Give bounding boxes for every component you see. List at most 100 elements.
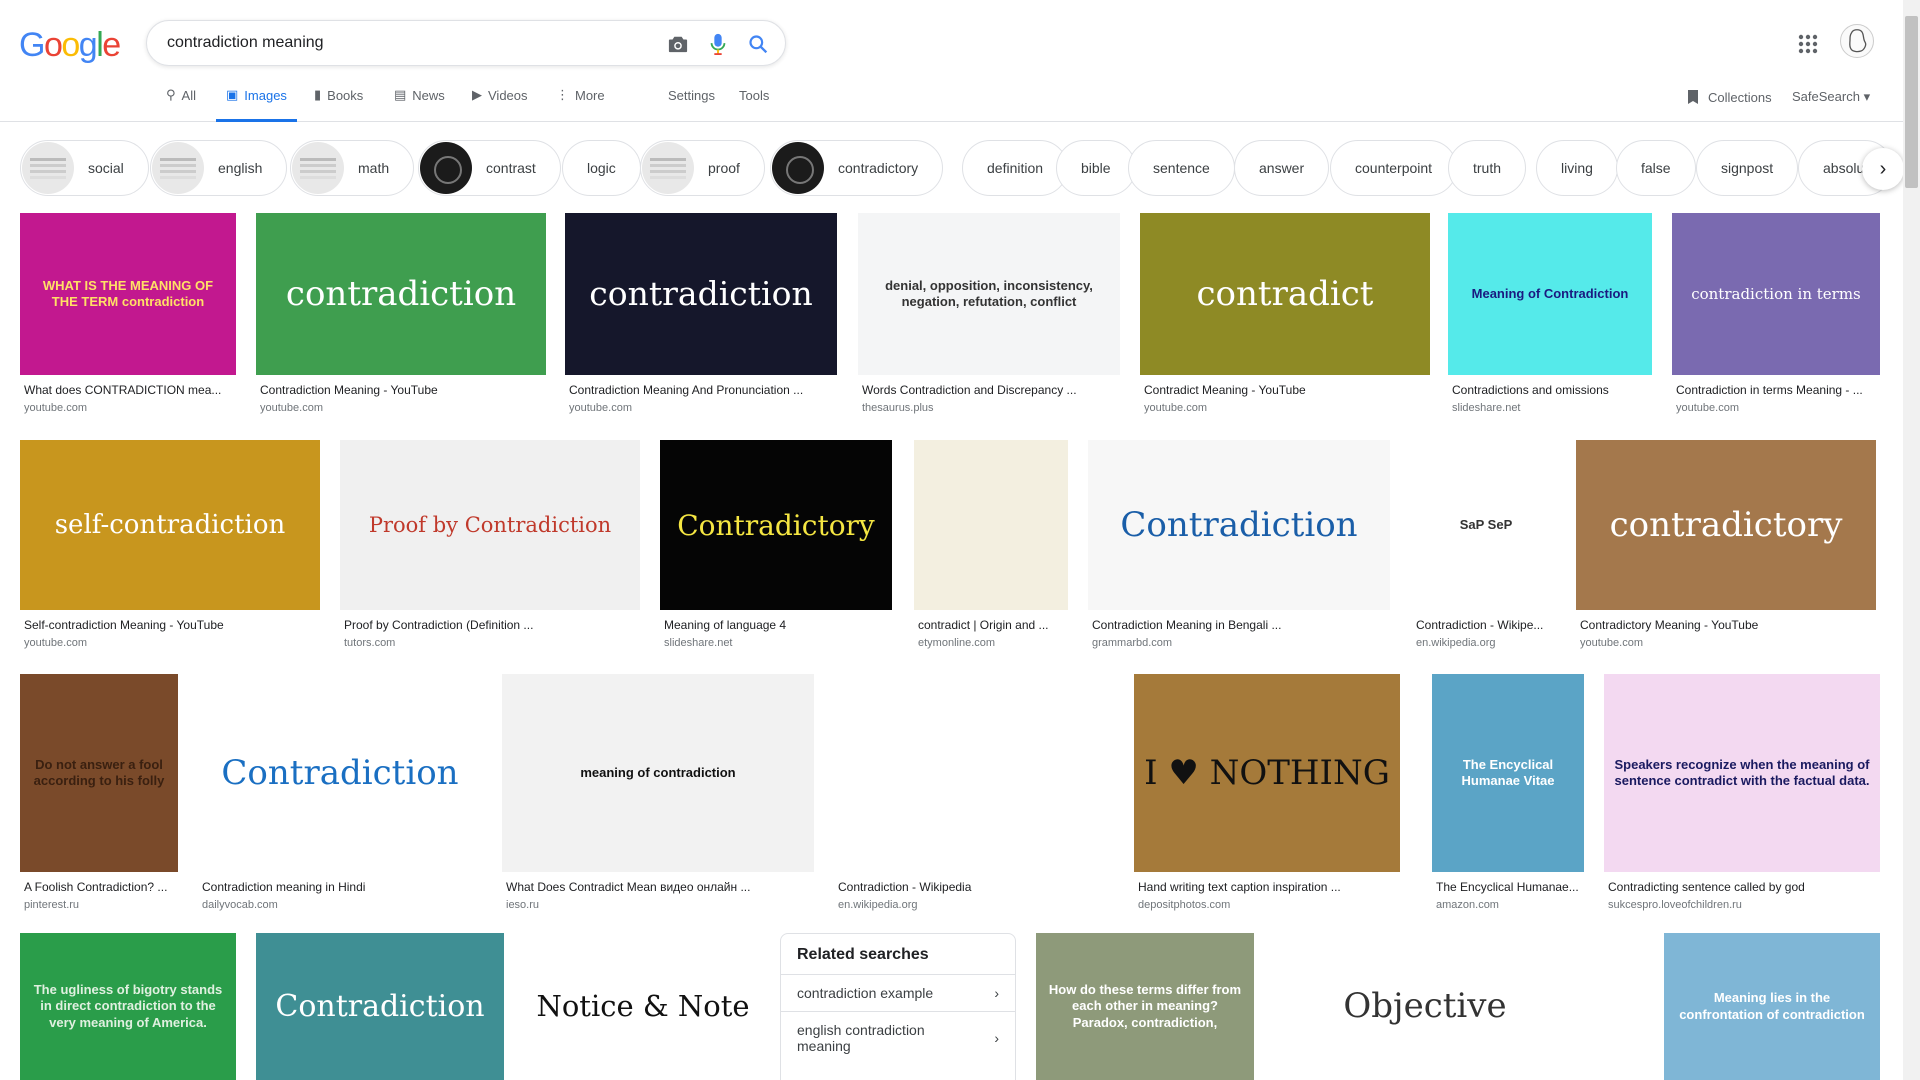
result-title[interactable]: Contradiction in terms Meaning - ... <box>1676 383 1876 397</box>
image-result[interactable]: I ♥ NOTHING Hand writing text caption ins… <box>1134 674 1400 916</box>
result-source: youtube.com <box>1580 637 1643 649</box>
thumbnail-text: SaP SeP <box>1459 516 1513 532</box>
chip-13[interactable]: living <box>1536 140 1618 196</box>
search-icon[interactable] <box>746 32 770 56</box>
image-result[interactable]: self-contradiction Self-contradiction Mea… <box>20 440 320 654</box>
result-title[interactable]: Contradicting sentence called by god <box>1608 880 1876 894</box>
result-title[interactable]: Meaning of language 4 <box>664 618 888 632</box>
apps-grid-icon[interactable] <box>1796 32 1820 56</box>
chip-7[interactable]: definition <box>962 140 1069 196</box>
safesearch-label: SafeSearch <box>1792 89 1860 104</box>
thumbnail-text: contradiction <box>589 274 813 314</box>
image-result[interactable]: contradict Contradict Meaning - YouTube yo… <box>1140 213 1430 419</box>
image-result[interactable]: How do these terms differ from each othe… <box>1036 933 1254 1080</box>
result-thumbnail: Contradiction <box>1088 440 1390 610</box>
image-result[interactable]: Contradiction <box>256 933 504 1080</box>
image-result[interactable]: contradictory Contradictory Meaning - You… <box>1576 440 1876 654</box>
image-result[interactable]: Speakers recognize when the meaning of s… <box>1604 674 1880 916</box>
tab-books[interactable]: ▮ Books <box>314 88 363 122</box>
result-source: thesaurus.plus <box>862 402 934 414</box>
account-avatar[interactable] <box>1840 24 1874 58</box>
chip-14[interactable]: false <box>1616 140 1696 196</box>
chip-12[interactable]: truth <box>1448 140 1527 196</box>
safesearch-dropdown[interactable]: SafeSearch ▾ <box>1792 89 1870 105</box>
chip-3[interactable]: contrast <box>418 140 561 196</box>
image-result[interactable]: Contradictory Meaning of language 4 slides… <box>660 440 892 654</box>
image-result[interactable]: Do not answer a fool according to his fo… <box>20 674 178 916</box>
chip-4[interactable]: logic <box>562 140 641 196</box>
result-thumbnail: Do not answer a fool according to his fo… <box>20 674 178 872</box>
tab-videos[interactable]: ▶ Videos <box>472 88 528 122</box>
image-result[interactable]: Proof by Contradiction Proof by Contradic… <box>340 440 640 654</box>
result-title[interactable]: A Foolish Contradiction? ... <box>24 880 174 894</box>
chip-0[interactable]: social <box>20 140 149 196</box>
result-title[interactable]: Contradiction - Wikipe... <box>1416 618 1556 632</box>
related-search-item[interactable]: contradiction example › <box>781 974 1015 1011</box>
image-result[interactable]: WHAT IS THE MEANING OF THE TERM contradi… <box>20 213 236 419</box>
result-title[interactable]: Contradiction Meaning And Pronunciation … <box>569 383 833 397</box>
chip-15[interactable]: signpost <box>1696 140 1799 196</box>
result-thumbnail: self-contradiction <box>20 440 320 610</box>
result-title[interactable]: What does CONTRADICTION mea... <box>24 383 232 397</box>
image-result[interactable]: contradiction Contradiction Meaning - You… <box>256 213 546 419</box>
image-result[interactable]: Contradiction Contradiction meaning in Hi… <box>198 674 482 916</box>
result-title[interactable]: Contradictions and omissions <box>1452 383 1648 397</box>
page-scrollbar[interactable] <box>1903 0 1920 1080</box>
result-title[interactable]: Contradict Meaning - YouTube <box>1144 383 1426 397</box>
google-logo[interactable]: Google <box>19 26 121 65</box>
related-search-text: english contradiction meaning <box>797 1022 925 1054</box>
image-result[interactable]: Objective <box>1274 933 1576 1080</box>
chip-5[interactable]: proof <box>640 140 765 196</box>
chip-label: false <box>1641 160 1671 176</box>
tab-more[interactable]: ⋮ More <box>556 88 605 122</box>
tools-link[interactable]: Tools <box>739 88 769 103</box>
result-title[interactable]: Contradiction meaning in Hindi <box>202 880 478 894</box>
collections-label: Collections <box>1708 89 1772 105</box>
image-result[interactable]: The Encyclical Humanae Vitae The Encyclic… <box>1432 674 1584 916</box>
image-result[interactable]: contradict | Origin and ... etymonline.co… <box>914 440 1068 654</box>
chip-6[interactable]: contradictory <box>770 140 944 196</box>
chip-label: math <box>358 160 390 176</box>
chip-8[interactable]: bible <box>1056 140 1136 196</box>
image-result[interactable]: Contradiction - Wikipedia en.wikipedia.or… <box>834 674 1108 916</box>
result-source: tutors.com <box>344 637 396 649</box>
image-result[interactable]: contradiction Contradiction Meaning And P… <box>565 213 837 419</box>
result-title[interactable]: Words Contradiction and Discrepancy ... <box>862 383 1116 397</box>
chip-1[interactable]: english <box>150 140 288 196</box>
related-search-item[interactable]: english contradiction meaning › <box>781 1011 1015 1064</box>
result-title[interactable]: The Encyclical Humanae... <box>1436 880 1580 894</box>
image-result[interactable]: Contradiction Contradiction Meaning in Be… <box>1088 440 1390 654</box>
chip-10[interactable]: answer <box>1234 140 1330 196</box>
tab-images[interactable]: ▣ Images <box>216 88 297 122</box>
tab-all[interactable]: ⚲ All <box>166 88 196 122</box>
image-result[interactable]: denial, opposition, inconsistency, negat… <box>858 213 1120 419</box>
result-title[interactable]: contradict | Origin and ... <box>918 618 1064 632</box>
result-title[interactable]: Contradiction Meaning in Bengali ... <box>1092 618 1386 632</box>
mic-icon[interactable] <box>706 32 730 56</box>
camera-icon[interactable] <box>666 32 690 56</box>
image-result[interactable]: meaning of contradiction What Does Contra… <box>502 674 814 916</box>
chip-11[interactable]: counterpoint <box>1330 140 1458 196</box>
result-title[interactable]: What Does Contradict Mean видео онлайн .… <box>506 880 810 894</box>
image-result[interactable]: SaP SeP Contradiction - Wikipe... en.wikip… <box>1412 440 1560 654</box>
chip-2[interactable]: math <box>290 140 415 196</box>
chip-9[interactable]: sentence <box>1128 140 1235 196</box>
collections-link[interactable]: Collections <box>1686 89 1772 105</box>
search-input[interactable] <box>167 32 637 54</box>
result-thumbnail: contradict <box>1140 213 1430 375</box>
result-title[interactable]: Contradiction Meaning - YouTube <box>260 383 542 397</box>
tab-news[interactable]: ▤ News <box>394 88 445 122</box>
image-result[interactable]: Meaning of Contradiction Contradictions a… <box>1448 213 1652 419</box>
image-result[interactable]: Meaning lies in the confrontation of con… <box>1664 933 1880 1080</box>
result-title[interactable]: Proof by Contradiction (Definition ... <box>344 618 636 632</box>
chevron-right-icon[interactable]: › <box>1862 148 1904 190</box>
result-title[interactable]: Self-contradiction Meaning - YouTube <box>24 618 316 632</box>
scrollbar-thumb[interactable] <box>1905 16 1918 188</box>
image-result[interactable]: The ugliness of bigotry stands in direct… <box>20 933 236 1080</box>
result-title[interactable]: Contradictory Meaning - YouTube <box>1580 618 1872 632</box>
image-result[interactable]: Notice & Note <box>524 933 762 1080</box>
result-title[interactable]: Contradiction - Wikipedia <box>838 880 1104 894</box>
image-result[interactable]: contradiction in terms Contradiction in t… <box>1672 213 1880 419</box>
settings-link[interactable]: Settings <box>668 88 715 103</box>
result-title[interactable]: Hand writing text caption inspiration ..… <box>1138 880 1396 894</box>
